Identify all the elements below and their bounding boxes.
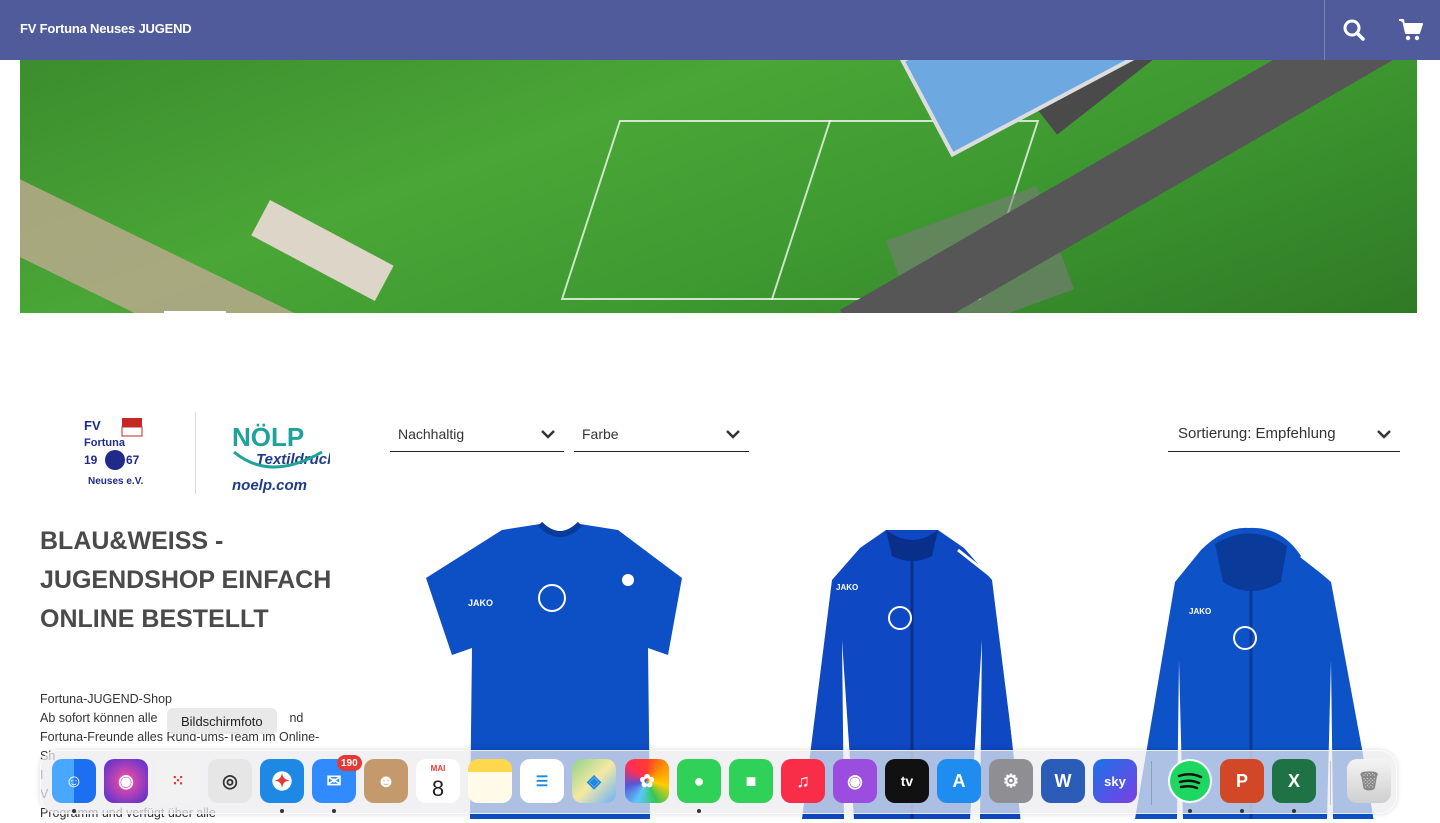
- filter-farbe-label: Farbe: [582, 426, 619, 442]
- noelp-logo[interactable]: NÖLP Textildruck noelp.com: [230, 412, 330, 494]
- music-icon: ♫: [796, 771, 810, 792]
- sort-select[interactable]: Sortierung: Empfehlung: [1168, 416, 1400, 452]
- cart-icon: [1398, 18, 1424, 42]
- hero-aerial-image: [20, 60, 1417, 313]
- dock-appletv[interactable]: tv: [885, 759, 929, 803]
- mail-icon: ✉: [326, 771, 341, 792]
- dock-skygo[interactable]: sky: [1093, 759, 1137, 803]
- powerpoint-icon: P: [1236, 771, 1248, 792]
- product-brand: JAKO: [836, 583, 858, 592]
- camera-icon: ◎: [222, 771, 238, 792]
- facetime-icon: ■: [746, 771, 757, 792]
- dock-facetime[interactable]: ■: [729, 759, 773, 803]
- dock-separator: [1330, 761, 1331, 805]
- brand-title[interactable]: FV Fortuna Neuses JUGEND: [20, 21, 191, 36]
- dock-reminders[interactable]: ☰: [520, 759, 564, 803]
- dock-podcasts[interactable]: ◉: [833, 759, 877, 803]
- photos-icon: ✿: [639, 771, 654, 792]
- word-icon: W: [1055, 771, 1072, 792]
- search-button[interactable]: [1325, 0, 1383, 60]
- dock-photos[interactable]: ✿: [625, 759, 669, 803]
- siri-icon: ◉: [118, 771, 134, 792]
- dock-maps[interactable]: ◈: [572, 759, 616, 803]
- dock-separator: [1151, 761, 1152, 805]
- launchpad-icon: ⁙: [171, 771, 184, 791]
- macos-dock: ☺ ◉ ⁙ ◎ ✦ ✉ 190 ☻ MAI 8 ☰ ◈ ✿ ● ■ ♫ ◉ tv…: [40, 750, 1397, 814]
- sort-select-label: Sortierung: Empfehlung: [1178, 425, 1336, 442]
- dock-word[interactable]: W: [1041, 759, 1085, 803]
- dock-running-indicator: [1188, 809, 1192, 813]
- dock-calendar[interactable]: MAI 8: [416, 759, 460, 803]
- dock-finder[interactable]: ☺: [52, 759, 96, 803]
- club-logo[interactable]: FV Fortuna 19 67 Neuses e.V.: [80, 414, 150, 492]
- dock-running-indicator: [1240, 809, 1244, 813]
- spotify-icon: [1168, 759, 1212, 803]
- messages-icon: ●: [694, 771, 705, 792]
- dock-messages[interactable]: ●: [677, 759, 721, 803]
- dock-trash[interactable]: 🗑: [1347, 759, 1391, 803]
- dock-spotify[interactable]: [1168, 759, 1212, 803]
- filter-nachhaltig-label: Nachhaltig: [398, 426, 464, 442]
- chevron-down-icon: [725, 429, 741, 439]
- top-navigation-bar: FV Fortuna Neuses JUGEND: [0, 0, 1440, 60]
- chevron-down-icon: [1376, 429, 1392, 439]
- dock-music[interactable]: ♫: [781, 759, 825, 803]
- club-logo-fv: FV: [84, 418, 101, 433]
- maps-icon: ◈: [587, 771, 601, 792]
- filter-nachhaltig[interactable]: Nachhaltig: [390, 416, 564, 452]
- product-brand: JAKO: [1189, 607, 1211, 616]
- reminders-icon: ☰: [536, 773, 549, 790]
- skygo-icon: sky: [1104, 774, 1126, 789]
- dock-running-indicator: [1292, 809, 1296, 813]
- calendar-day: 8: [432, 777, 444, 801]
- appletv-icon: tv: [901, 773, 913, 789]
- dock-system-settings[interactable]: ⚙: [989, 759, 1033, 803]
- dock-appstore[interactable]: A: [937, 759, 981, 803]
- hero-path: [20, 150, 463, 313]
- dock-excel[interactable]: X: [1272, 759, 1316, 803]
- appstore-icon: A: [953, 771, 966, 792]
- hero-stand: [251, 200, 393, 301]
- dock-tooltip: Bildschirmfoto: [167, 708, 277, 734]
- chevron-down-icon: [540, 429, 556, 439]
- dock-running-indicator: [332, 809, 336, 813]
- dock-siri[interactable]: ◉: [104, 759, 148, 803]
- search-icon: [1342, 18, 1366, 42]
- calendar-month: MAI: [431, 761, 446, 777]
- cart-button[interactable]: [1383, 0, 1440, 60]
- compass-icon: ✦: [274, 771, 289, 792]
- contacts-icon: ☻: [377, 771, 396, 792]
- filter-farbe[interactable]: Farbe: [574, 416, 749, 452]
- mail-badge: 190: [337, 755, 362, 771]
- dock-running-indicator: [280, 809, 284, 813]
- trash-icon: 🗑: [1358, 771, 1381, 792]
- dock-notes[interactable]: [468, 759, 512, 803]
- podcasts-icon: ◉: [847, 771, 863, 792]
- shop-headline: BLAU&WEISS - JUGENDSHOP EINFACH ONLINE B…: [40, 522, 360, 639]
- slider-indicator[interactable]: [164, 311, 226, 313]
- product-brand: JAKO: [468, 598, 493, 608]
- club-logo-year-a: 19: [84, 453, 98, 467]
- club-logo-year-b: 67: [126, 453, 140, 467]
- dock-launchpad[interactable]: ⁙: [156, 759, 200, 803]
- finder-icon: ☺: [65, 771, 83, 792]
- excel-icon: X: [1288, 771, 1300, 792]
- intro-line: Fortuna-JUGEND-Shop: [40, 690, 340, 709]
- dock-running-indicator: [72, 809, 76, 813]
- dock-safari[interactable]: ✦: [260, 759, 304, 803]
- logo-divider: [195, 412, 196, 494]
- partner-logos: FV Fortuna 19 67 Neuses e.V. NÖLP Textil…: [80, 412, 340, 494]
- dock-running-indicator: [697, 809, 701, 813]
- club-logo-neuses: Neuses e.V.: [88, 476, 143, 487]
- dock-powerpoint[interactable]: P: [1220, 759, 1264, 803]
- club-logo-fortuna: Fortuna: [84, 437, 126, 449]
- noelp-logo-name: NÖLP: [232, 422, 304, 452]
- gear-icon: ⚙: [1003, 771, 1019, 792]
- dock-screenshot[interactable]: ◎: [208, 759, 252, 803]
- dock-contacts[interactable]: ☻: [364, 759, 408, 803]
- noelp-logo-url: noelp.com: [232, 477, 307, 494]
- header-actions: [1324, 0, 1440, 60]
